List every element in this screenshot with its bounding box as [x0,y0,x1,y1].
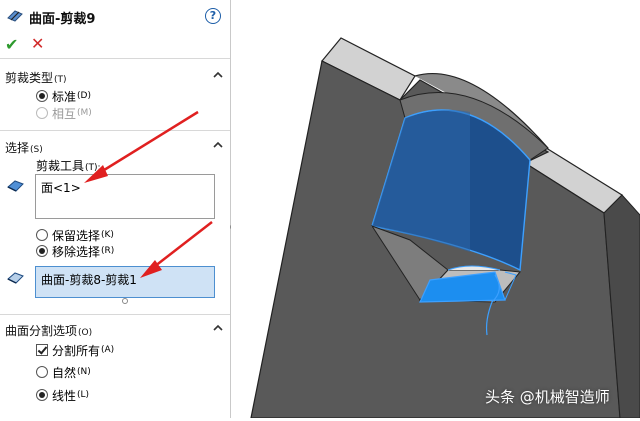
keep-selection-label: 保留选择 [52,228,101,243]
divider [0,314,230,315]
natural-radio[interactable] [36,366,48,378]
keep-selection-radio[interactable] [36,229,48,241]
split-all-key: (A) [101,345,115,355]
split-all-label: 分割所有 [52,343,101,358]
feature-title: 曲面-剪裁9 [29,12,96,27]
watermark-text: 头条 @机械智造师 [485,388,610,406]
title-bar: 曲面-剪裁9 ? [0,0,230,34]
pieces-to-remove-field[interactable]: 曲面-剪裁8-剪裁1 [35,266,215,298]
split-options-section-header[interactable]: 曲面分割选项(O) [0,319,230,339]
trim-tool-label: 剪裁工具(T): [36,157,101,174]
list-resize-grip[interactable] [122,298,128,304]
cancel-button[interactable]: ✕ [31,34,44,53]
remove-selection-radio[interactable] [36,245,48,257]
trim-tool-select-icon [7,180,24,192]
linear-radio[interactable] [36,389,48,401]
selections-title-key: (S) [30,145,43,155]
collapse-caret-icon[interactable] [211,138,225,152]
remove-selection-key: (R) [101,246,115,256]
mutual-key: (M) [77,108,92,118]
trim-type-title: 剪裁类型 [5,71,54,85]
mutual-label: 相互 [52,106,77,121]
graphics-viewport[interactable] [231,0,640,419]
property-manager-panel: 曲面-剪裁9 ? ✔ ✕ 剪裁类型(T) 标准 (D) 相互 (M) 选择(S)… [0,0,236,418]
trim-tool-value: 面<1> [41,181,81,195]
natural-label: 自然 [52,365,77,380]
standard-label: 标准 [52,89,77,104]
linear-option[interactable]: 线性 (L) [36,387,89,403]
split-all-checkbox[interactable] [36,344,48,356]
standard-radio[interactable] [36,90,48,102]
trim-type-title-key: (T) [54,75,67,85]
linear-key: (L) [77,390,90,400]
pieces-select-icon [7,272,24,284]
trim-type-section-header[interactable]: 剪裁类型(T) [0,66,230,86]
trim-standard-option[interactable]: 标准 (D) [36,88,91,104]
trim-tool-label-text: 剪裁工具 [36,159,85,173]
trim-mutual-option: 相互 (M) [36,105,92,121]
split-options-title-key: (O) [78,328,93,338]
natural-option[interactable]: 自然 (N) [36,364,91,380]
remove-selection-label: 移除选择 [52,244,101,259]
standard-key: (D) [77,91,91,101]
trim-surface-icon [7,10,23,22]
keep-selection-key: (K) [101,230,114,240]
collapse-caret-icon[interactable] [211,321,225,335]
selections-title: 选择 [5,141,30,155]
split-all-option[interactable]: 分割所有 (A) [36,342,114,358]
help-icon[interactable]: ? [205,8,221,24]
trim-tool-field[interactable]: 面<1> [35,174,215,219]
divider [0,58,230,59]
selections-section-header[interactable]: 选择(S) [0,136,230,156]
natural-key: (N) [77,367,91,377]
model-view [250,37,640,419]
trim-tool-key: (T): [85,163,101,173]
collapse-caret-icon[interactable] [211,68,225,82]
pieces-value: 曲面-剪裁8-剪裁1 [41,273,137,287]
ok-button[interactable]: ✔ [5,35,18,54]
keep-selection-option[interactable]: 保留选择 (K) [36,227,114,243]
divider [0,130,230,131]
mutual-radio [36,107,48,119]
linear-label: 线性 [52,388,77,403]
remove-selection-option[interactable]: 移除选择 (R) [36,243,114,259]
split-options-title: 曲面分割选项 [5,324,78,338]
